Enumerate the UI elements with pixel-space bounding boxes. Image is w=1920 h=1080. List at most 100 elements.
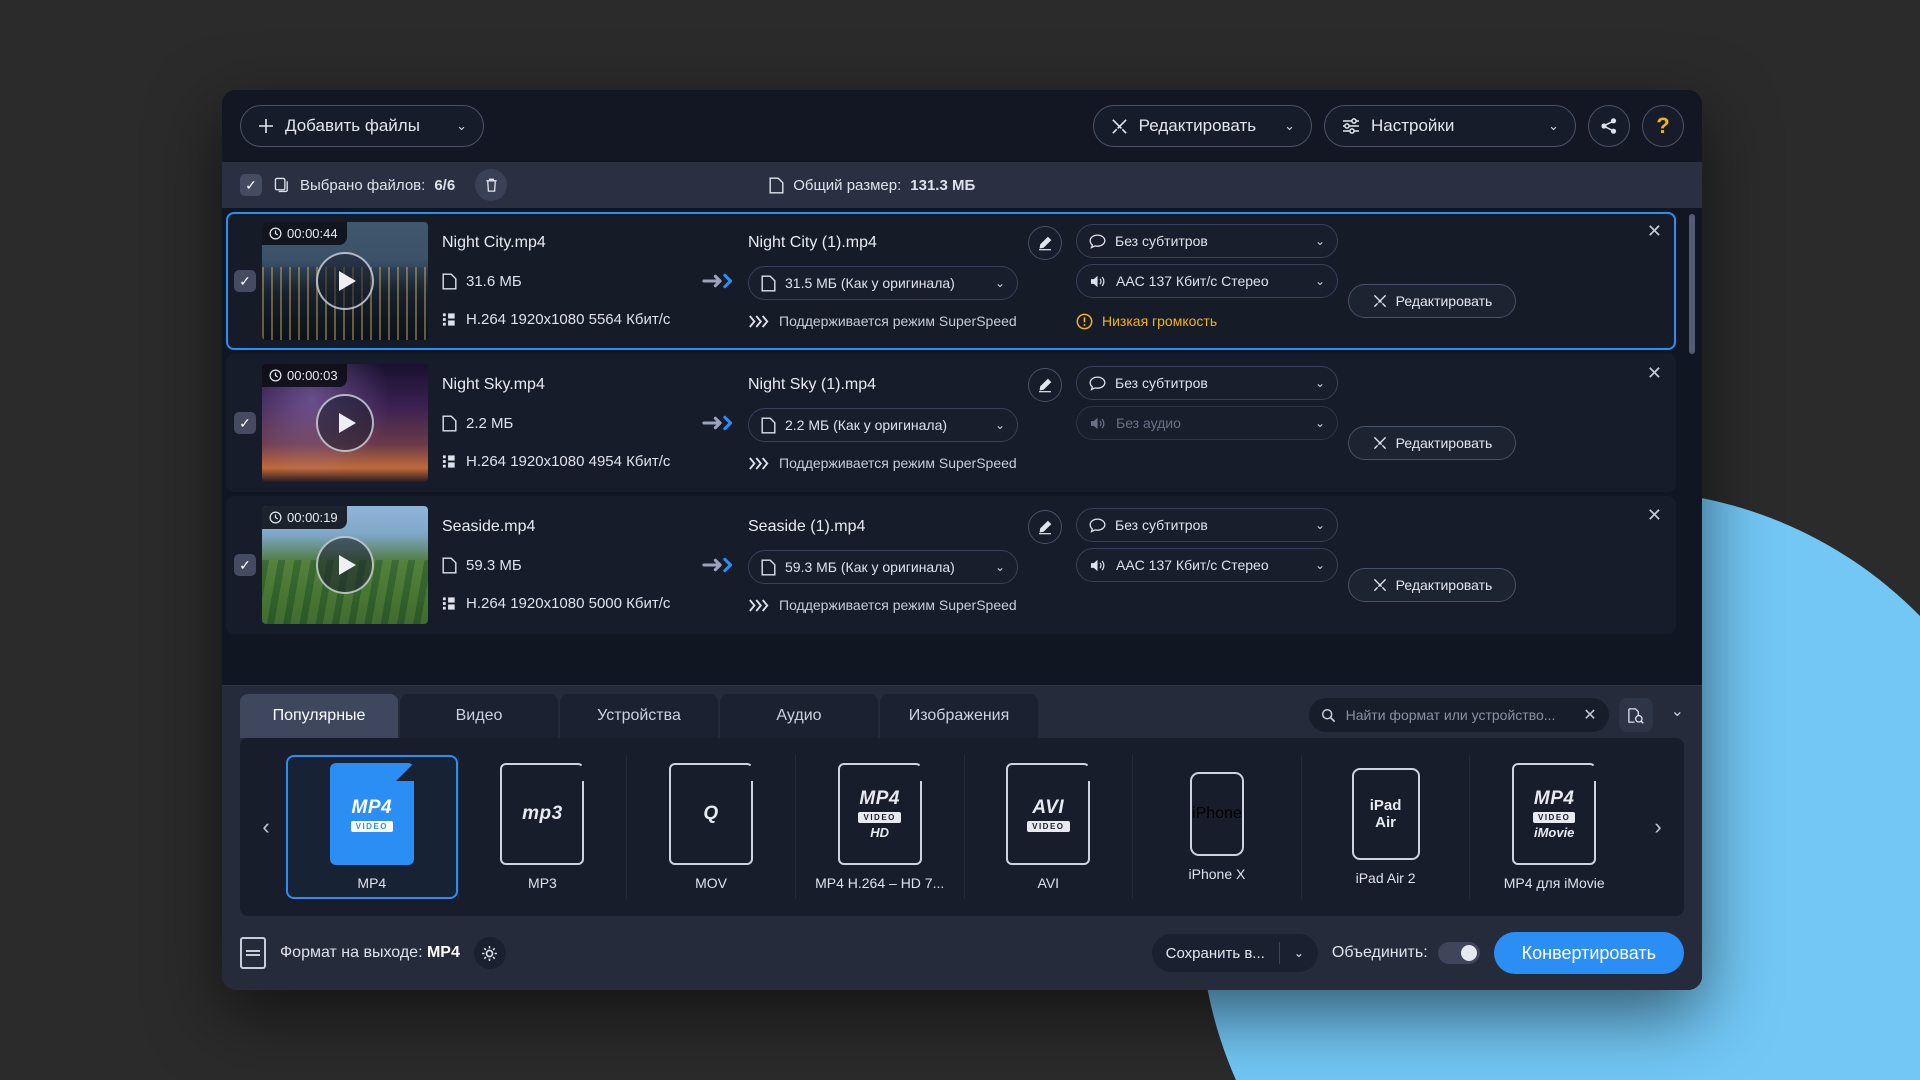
target-size-dropdown[interactable]: 2.2 МБ (Как у оригинала) ⌄	[748, 408, 1018, 442]
format-search-input[interactable]: Найти формат или устройство... ✕	[1308, 698, 1609, 732]
audio-dropdown[interactable]: Без аудио ⌄	[1076, 406, 1338, 440]
format-tab[interactable]: Популярные	[240, 694, 398, 738]
chevron-down-icon[interactable]: ⌄	[995, 560, 1005, 574]
collapse-panel-button[interactable]: ⌄	[1671, 701, 1684, 729]
remove-file-button[interactable]: ✕	[1647, 222, 1662, 240]
format-item[interactable]: MP4 VIDEO HD MP4 H.264 – HD 7...	[794, 755, 964, 899]
file-row[interactable]: ✓ 00:00:19 Seaside.mp4 59.3 МБ H.264 192…	[226, 496, 1676, 634]
chevron-down-icon[interactable]: ⌄	[1315, 376, 1325, 390]
subtitles-dropdown[interactable]: Без субтитров ⌄	[1076, 508, 1338, 542]
row-edit-button[interactable]: Редактировать	[1348, 284, 1516, 318]
subtitles-dropdown[interactable]: Без субтитров ⌄	[1076, 224, 1338, 258]
remove-file-button[interactable]: ✕	[1647, 506, 1662, 524]
format-icon-subtext: Air	[1375, 814, 1396, 831]
chevron-down-icon[interactable]: ⌄	[1266, 118, 1295, 134]
pencil-icon	[1037, 377, 1053, 393]
file-thumbnail[interactable]: 00:00:44	[262, 222, 428, 340]
clear-search-icon[interactable]: ✕	[1583, 705, 1596, 725]
chevron-down-icon[interactable]: ⌄	[1315, 416, 1325, 430]
chevron-down-icon[interactable]: ⌄	[438, 118, 467, 134]
format-item[interactable]: iPad Air iPad Air 2	[1300, 755, 1470, 899]
chevron-down-icon[interactable]: ⌄	[1315, 234, 1325, 248]
speaker-icon	[1089, 274, 1107, 289]
format-item[interactable]: mp3 MP3	[457, 755, 627, 899]
add-files-button[interactable]: Добавить файлы ⌄	[240, 105, 484, 147]
formats-strip: ‹ MP4 VIDEO MP4 mp3 MP3 Q MOV MP4 VIDEO …	[240, 738, 1684, 916]
file-row-checkbox[interactable]: ✓	[234, 554, 256, 576]
format-item[interactable]: AVI VIDEO AVI	[963, 755, 1133, 899]
format-icon-subtext: VIDEO	[858, 812, 901, 823]
rename-button[interactable]	[1028, 510, 1062, 544]
chevron-down-icon[interactable]: ⌄	[995, 418, 1005, 432]
formats-next-button[interactable]: ›	[1638, 814, 1678, 840]
settings-label: Настройки	[1371, 116, 1455, 135]
audio-dropdown[interactable]: AAC 137 Кбит/с Стерео ⌄	[1076, 548, 1338, 582]
tabs-container: Популярные Видео Устройства Аудио Изображени…	[240, 694, 1038, 738]
duration-badge: 00:00:19	[262, 506, 347, 529]
browse-formats-button[interactable]	[1618, 698, 1653, 732]
row-edit-button[interactable]: Редактировать	[1348, 426, 1516, 460]
chevron-down-icon[interactable]: ⌄	[1280, 946, 1318, 960]
play-button[interactable]	[316, 252, 374, 310]
chevron-down-icon[interactable]: ⌄	[1315, 518, 1325, 532]
format-tab[interactable]: Аудио	[720, 694, 878, 738]
duration-value: 00:00:03	[287, 368, 338, 383]
output-settings-button[interactable]	[473, 937, 506, 969]
play-button[interactable]	[316, 394, 374, 452]
formats-prev-button[interactable]: ‹	[246, 814, 286, 840]
format-tab[interactable]: Изображения	[880, 694, 1038, 738]
share-button[interactable]	[1588, 105, 1630, 147]
chevron-down-icon[interactable]: ⌄	[1315, 558, 1325, 572]
target-filename: Night Sky (1).mp4	[748, 376, 877, 393]
file-row-checkbox[interactable]: ✓	[234, 270, 256, 292]
target-size-dropdown[interactable]: 31.5 МБ (Как у оригинала) ⌄	[748, 266, 1018, 300]
output-format-label: Формат на выходе:	[280, 944, 423, 961]
help-button[interactable]: ?	[1642, 105, 1684, 147]
clock-icon	[269, 227, 282, 240]
chevron-down-icon[interactable]: ⌄	[1315, 274, 1325, 288]
delete-selected-button[interactable]	[475, 169, 508, 201]
audio-value: AAC 137 Кбит/с Стерео	[1116, 273, 1269, 289]
format-item[interactable]: MP4 VIDEO iMovie MP4 для iMovie	[1469, 755, 1638, 899]
merge-control[interactable]: Объединить:	[1332, 942, 1480, 964]
subtitles-dropdown[interactable]: Без субтитров ⌄	[1076, 366, 1338, 400]
play-button[interactable]	[316, 536, 374, 594]
save-to-label: Сохранить в...	[1165, 944, 1265, 962]
file-list-scrollbar[interactable]	[1689, 214, 1695, 354]
file-thumbnail[interactable]: 00:00:19	[262, 506, 428, 624]
format-icon-card: MP4 VIDEO	[329, 763, 414, 865]
file-row-checkbox[interactable]: ✓	[234, 412, 256, 434]
chevron-down-icon[interactable]: ⌄	[995, 276, 1005, 290]
edit-button[interactable]: Редактировать ⌄	[1092, 105, 1312, 147]
save-to-button[interactable]: Сохранить в... ⌄	[1151, 934, 1318, 972]
format-item[interactable]: MP4 VIDEO MP4	[286, 755, 458, 899]
format-tab[interactable]: Видео	[400, 694, 558, 738]
row-edit-button[interactable]: Редактировать	[1348, 568, 1516, 602]
rename-button[interactable]	[1028, 368, 1062, 402]
tools-icon	[1372, 293, 1388, 309]
file-thumbnail[interactable]: 00:00:03	[262, 364, 428, 482]
audio-dropdown[interactable]: AAC 137 Кбит/с Стерео ⌄	[1076, 264, 1338, 298]
tracks-column: Без субтитров ⌄ Без аудио ⌄	[1076, 366, 1338, 480]
convert-button[interactable]: Конвертировать	[1493, 932, 1684, 974]
merge-toggle[interactable]	[1437, 942, 1480, 964]
select-all-checkbox[interactable]: ✓	[240, 174, 262, 196]
target-size-dropdown[interactable]: 59.3 МБ (Как у оригинала) ⌄	[748, 550, 1018, 584]
format-icon-subtext: VIDEO	[1532, 812, 1576, 823]
remove-file-button[interactable]: ✕	[1647, 364, 1662, 382]
chevron-down-icon[interactable]: ⌄	[1530, 118, 1559, 134]
gear-icon	[481, 945, 498, 962]
rename-button[interactable]	[1028, 226, 1062, 260]
format-item[interactable]: Q MOV	[626, 755, 795, 899]
top-toolbar: Добавить файлы ⌄ Редактировать ⌄ Настрой…	[222, 90, 1702, 162]
target-info-column: Seaside (1).mp4 59.3 МБ (Как у оригинала…	[748, 508, 1062, 622]
settings-button[interactable]: Настройки ⌄	[1324, 105, 1576, 147]
film-icon	[442, 596, 457, 611]
format-tab-label: Изображения	[908, 707, 1010, 724]
source-filename: Night City.mp4	[442, 234, 546, 251]
format-tab[interactable]: Устройства	[560, 694, 718, 738]
format-item[interactable]: iPhone iPhone X	[1132, 755, 1301, 899]
file-row[interactable]: ✓ 00:00:03 Night Sky.mp4 2.2 МБ H.264 19…	[226, 354, 1676, 492]
total-size-group: Общий размер: 131.3 МБ	[769, 177, 975, 194]
file-row[interactable]: ✓ 00:00:44 Night City.mp4 31.6 МБ H.264 …	[226, 212, 1676, 350]
